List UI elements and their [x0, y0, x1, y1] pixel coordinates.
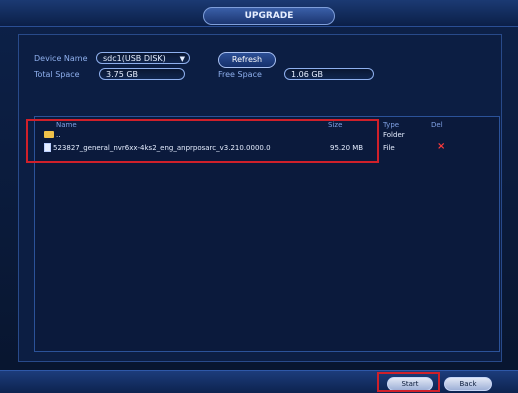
total-space-value: 3.75 GB — [99, 68, 185, 80]
titlebar: UPGRADE — [0, 0, 518, 27]
delete-icon[interactable]: × — [437, 141, 445, 152]
bottom-bar: Start Back — [0, 370, 518, 393]
row-type: Folder — [383, 131, 405, 139]
back-button[interactable]: Back — [444, 377, 492, 391]
device-name-select[interactable]: sdc1(USB DISK) ▼ — [96, 52, 190, 64]
upgrade-window: UPGRADE Device Name sdc1(USB DISK) ▼ Ref… — [0, 0, 518, 393]
free-space-label: Free Space — [218, 70, 262, 79]
free-space-value: 1.06 GB — [284, 68, 374, 80]
highlight-start-button — [377, 372, 440, 392]
header-del: Del — [431, 121, 443, 129]
row-type: File — [383, 144, 395, 152]
chevron-down-icon: ▼ — [179, 55, 185, 63]
refresh-button[interactable]: Refresh — [218, 52, 276, 68]
total-space-label: Total Space — [34, 70, 80, 79]
window-title: UPGRADE — [203, 7, 335, 25]
device-name-value: sdc1(USB DISK) — [103, 54, 166, 63]
header-type: Type — [383, 121, 400, 129]
device-name-label: Device Name — [34, 54, 88, 63]
highlight-file-area — [26, 119, 379, 163]
